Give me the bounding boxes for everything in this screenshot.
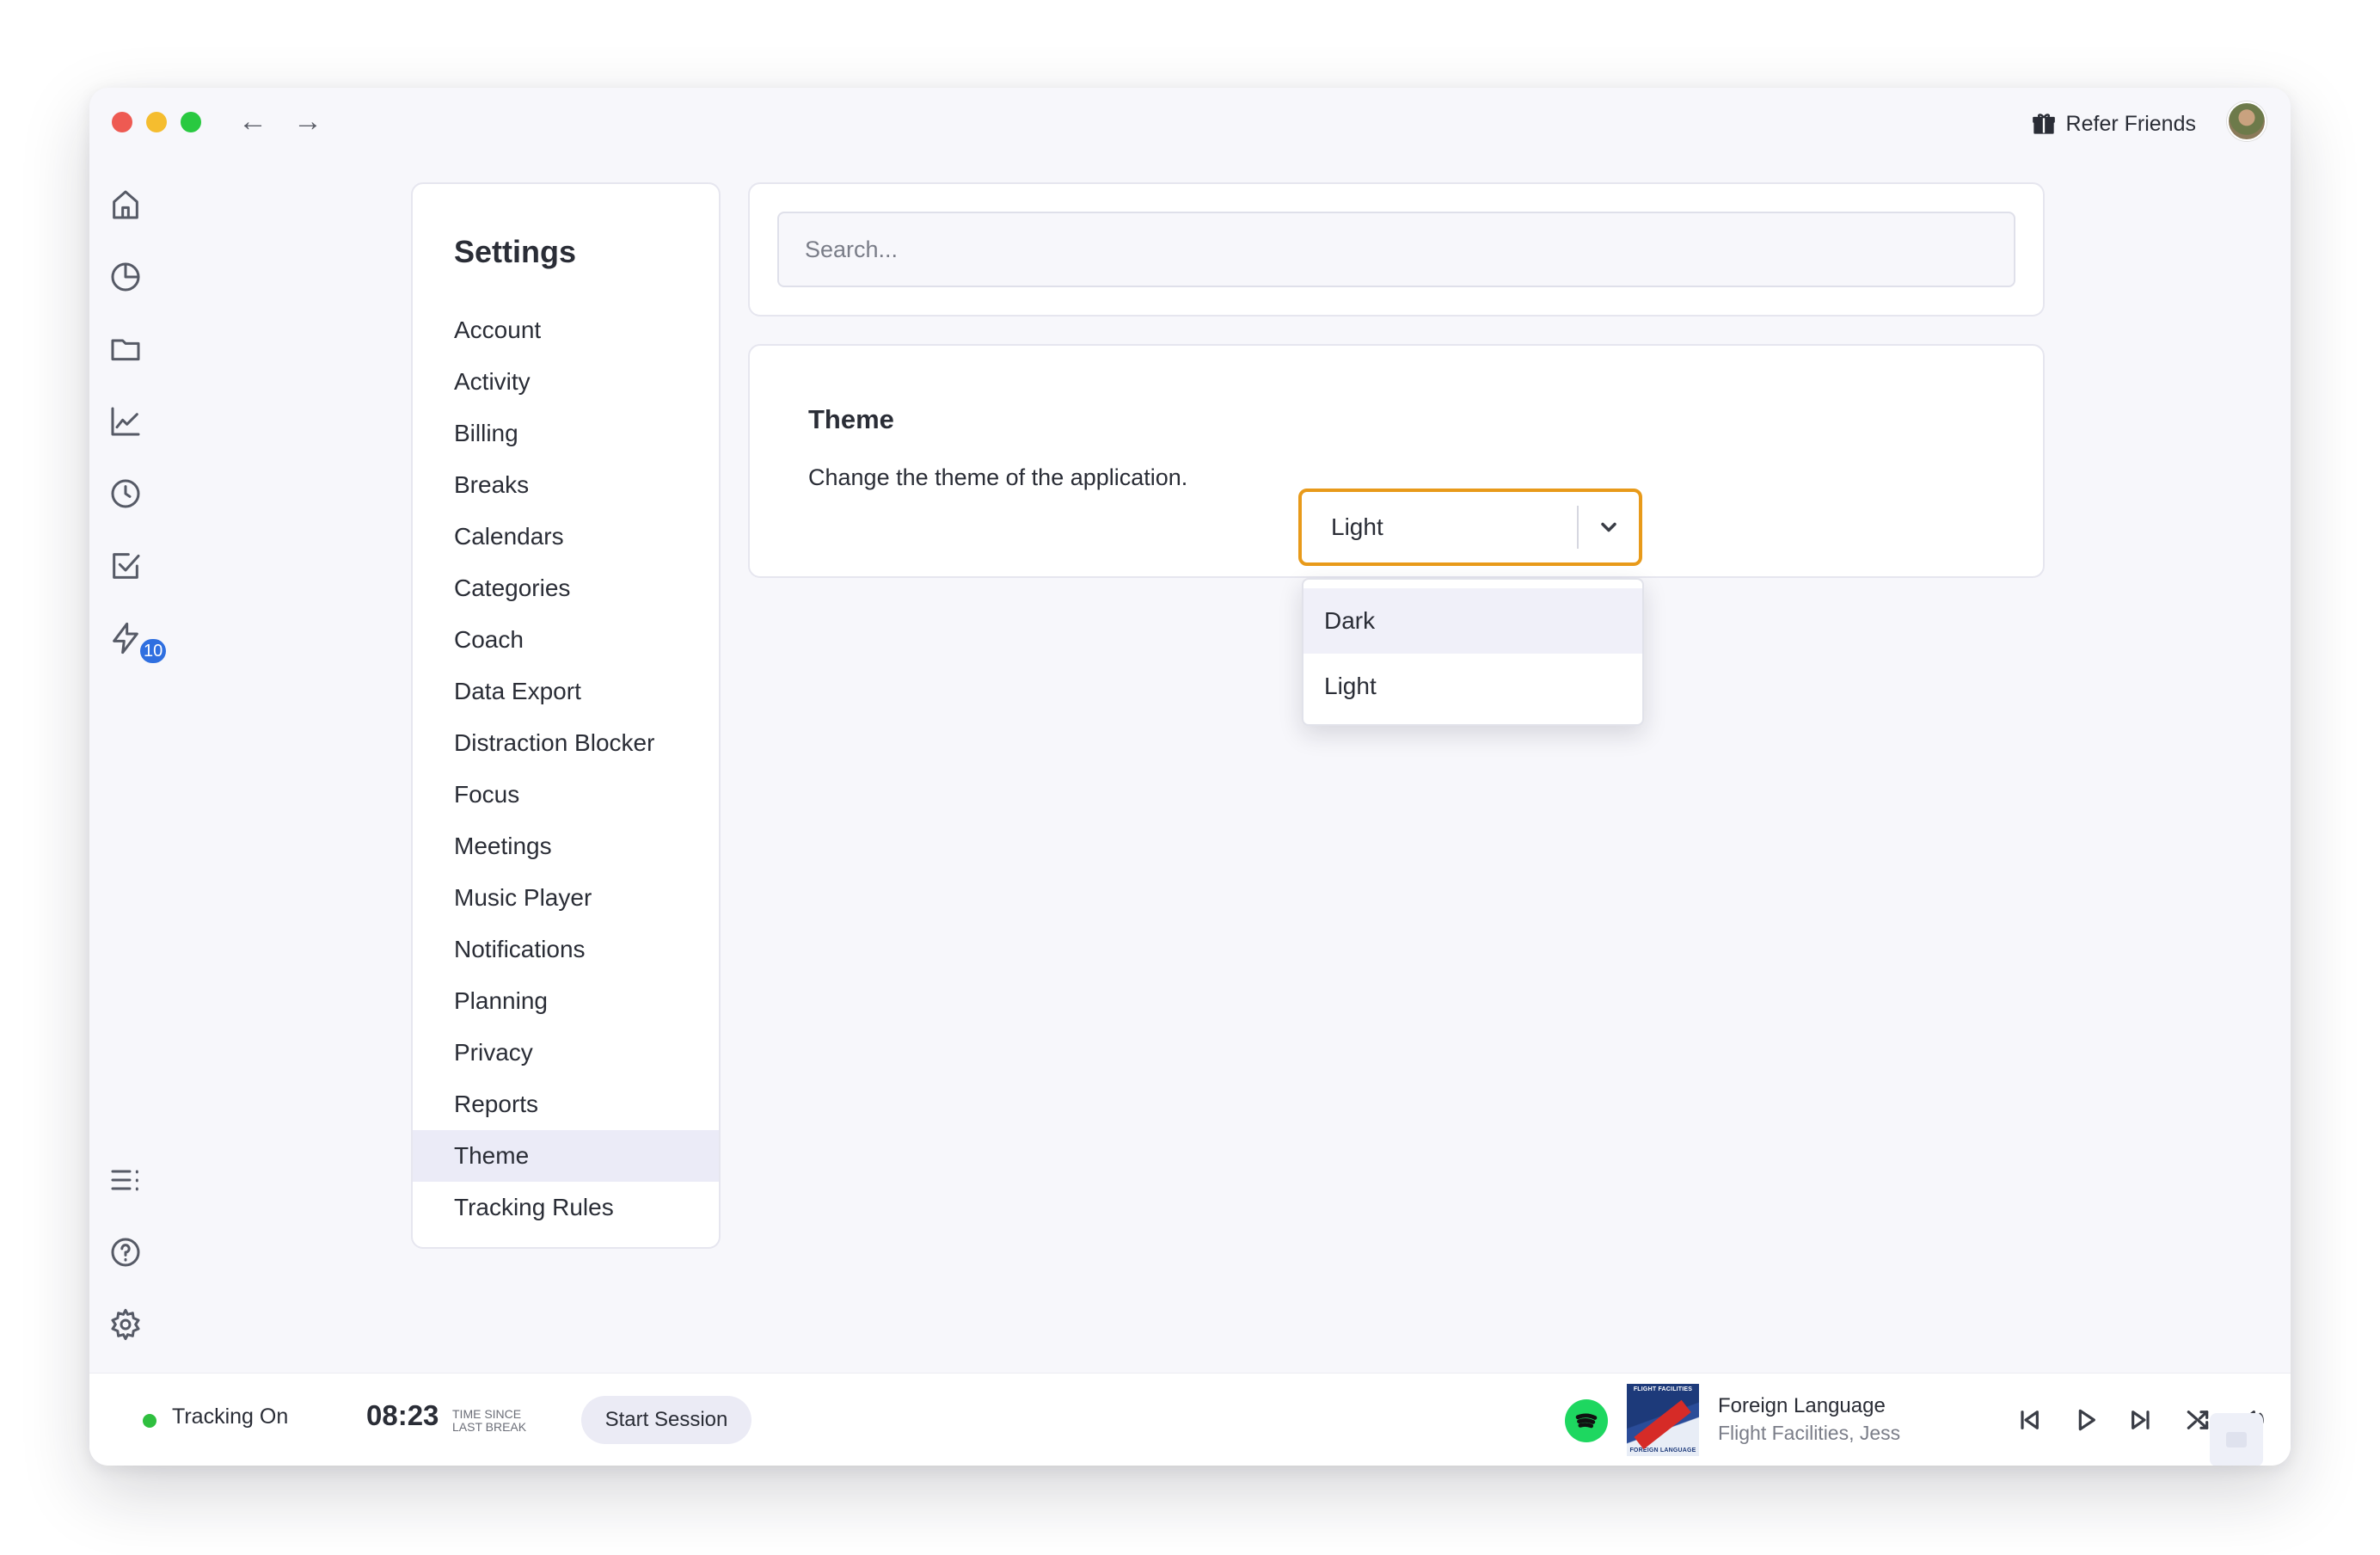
gear-icon[interactable] (103, 1302, 148, 1347)
window-controls (112, 112, 201, 132)
settings-nav-panel: Settings Account Activity Billing Breaks… (411, 182, 721, 1249)
settings-item-activity[interactable]: Activity (413, 356, 719, 408)
checkbox-icon[interactable] (103, 544, 148, 588)
settings-item-data-export[interactable]: Data Export (413, 666, 719, 717)
pie-chart-icon[interactable] (103, 255, 148, 299)
settings-item-privacy[interactable]: Privacy (413, 1027, 719, 1079)
search-card (748, 182, 2045, 317)
forward-arrow-icon[interactable]: → (291, 101, 325, 141)
theme-setting-description: Change the theme of the application. (808, 464, 1188, 490)
album-artwork: FLIGHT FACILITIES FOREIGN LANGUAGE (1627, 1384, 1699, 1456)
next-track-icon[interactable] (2120, 1399, 2162, 1441)
timer-caption-line-2: LAST BREAK (452, 1420, 527, 1434)
start-session-button[interactable]: Start Session (581, 1396, 751, 1444)
settings-item-tracking-rules[interactable]: Tracking Rules (413, 1182, 719, 1233)
settings-item-reports[interactable]: Reports (413, 1079, 719, 1130)
history-navigation: ← → (236, 101, 325, 141)
home-icon[interactable] (103, 182, 148, 227)
settings-item-account[interactable]: Account (413, 304, 719, 356)
tracking-status-label[interactable]: Tracking On (172, 1404, 288, 1429)
minimize-window-button[interactable] (146, 112, 167, 132)
settings-item-breaks[interactable]: Breaks (413, 459, 719, 511)
app-window: ← → Refer Friends 10 Settings Account Ac… (89, 88, 2291, 1466)
timer-caption-line-1: TIME SINCE (452, 1407, 522, 1421)
help-icon[interactable] (103, 1230, 148, 1275)
refer-friends-label: Refer Friends (2065, 111, 2196, 136)
settings-title: Settings (454, 234, 577, 269)
settings-item-coach[interactable]: Coach (413, 614, 719, 666)
chevron-down-icon[interactable] (1579, 492, 1639, 562)
notification-badge: 10 (138, 636, 169, 666)
user-avatar[interactable] (2227, 101, 2267, 141)
settings-item-categories[interactable]: Categories (413, 562, 719, 614)
break-timer-caption: TIME SINCE LAST BREAK (452, 1408, 538, 1434)
folder-icon[interactable] (103, 327, 148, 372)
settings-item-notifications[interactable]: Notifications (413, 924, 719, 975)
refer-friends-button[interactable]: Refer Friends (2032, 103, 2196, 144)
theme-select-value: Light (1331, 513, 1383, 540)
settings-item-focus[interactable]: Focus (413, 769, 719, 821)
settings-item-planning[interactable]: Planning (413, 975, 719, 1027)
settings-item-billing[interactable]: Billing (413, 408, 719, 459)
chat-icon (2226, 1432, 2247, 1447)
lightning-icon[interactable]: 10 (103, 616, 169, 666)
settings-item-calendars[interactable]: Calendars (413, 511, 719, 562)
album-artwork-top-text: FLIGHT FACILITIES (1633, 1386, 1693, 1392)
settings-item-music-player[interactable]: Music Player (413, 872, 719, 924)
tracking-status-dot (143, 1414, 156, 1428)
theme-setting-title: Theme (808, 404, 894, 434)
close-window-button[interactable] (112, 112, 132, 132)
clock-icon[interactable] (103, 471, 148, 516)
settings-nav-list: Account Activity Billing Breaks Calendar… (413, 304, 719, 1233)
bottom-status-bar: Tracking On 08:23 TIME SINCE LAST BREAK … (89, 1373, 2291, 1466)
track-title: Foreign Language (1718, 1394, 1886, 1417)
album-artwork-bottom-text: FOREIGN LANGUAGE (1629, 1447, 1696, 1454)
settings-item-theme[interactable]: Theme (413, 1130, 719, 1182)
gift-icon (2032, 114, 2055, 134)
settings-item-meetings[interactable]: Meetings (413, 821, 719, 872)
track-artist: Flight Facilities, Jess (1718, 1422, 1901, 1444)
trend-chart-icon[interactable] (103, 399, 148, 444)
play-icon[interactable] (2065, 1399, 2107, 1441)
chat-support-button[interactable] (2210, 1413, 2263, 1466)
list-menu-icon[interactable] (103, 1158, 148, 1202)
theme-options-menu: Dark Light (1302, 578, 1644, 726)
theme-select[interactable]: Light (1298, 489, 1642, 566)
break-timer: 08:23 (366, 1399, 439, 1431)
spotify-icon[interactable] (1565, 1399, 1608, 1442)
maximize-window-button[interactable] (181, 112, 201, 132)
previous-track-icon[interactable] (2009, 1399, 2050, 1441)
theme-option-light[interactable]: Light (1303, 654, 1642, 719)
settings-search-input[interactable] (777, 212, 2015, 287)
back-arrow-icon[interactable]: ← (236, 101, 270, 141)
theme-option-dark[interactable]: Dark (1303, 588, 1642, 654)
settings-item-distraction-blocker[interactable]: Distraction Blocker (413, 717, 719, 769)
icon-sidebar: 10 (89, 182, 169, 1411)
